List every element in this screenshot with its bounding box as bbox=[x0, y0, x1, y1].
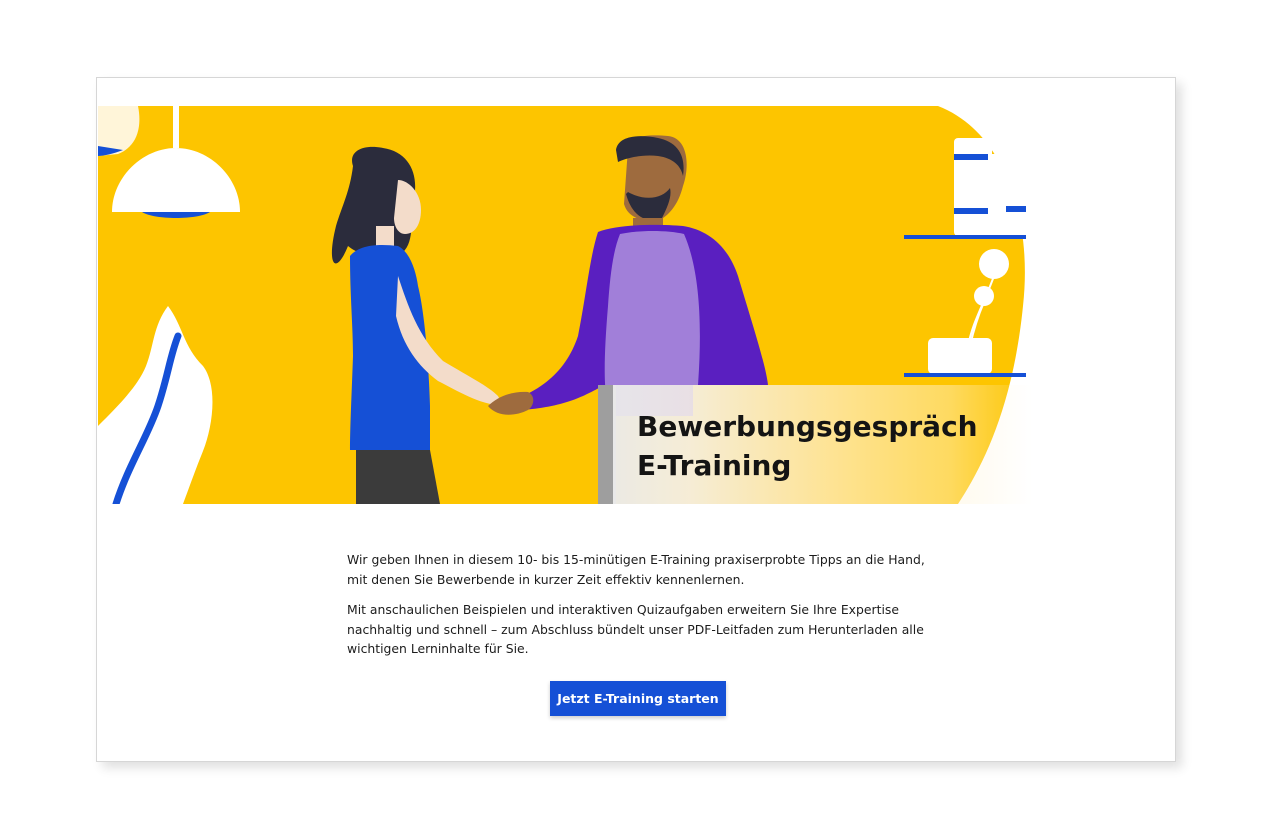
description-line: Mit anschaulichen Beispielen und interak… bbox=[347, 602, 899, 617]
hero-title-line-1: Bewerbungsgespräch bbox=[637, 410, 978, 443]
description-line: mit denen Sie Bewerbende in kurzer Zeit … bbox=[347, 571, 745, 587]
description-paragraph-2: Mit anschaulichen Beispielen und interak… bbox=[347, 600, 937, 659]
hero-banner: Bewerbungsgespräch E-Training bbox=[98, 106, 1176, 504]
description-paragraph-1: Wir geben Ihnen in diesem 10- bis 15-min… bbox=[347, 550, 937, 589]
start-training-button[interactable]: Jetzt E-Training starten bbox=[550, 681, 726, 716]
description-line: wichtigen Lerninhalte für Sie. bbox=[347, 641, 529, 656]
description: Wir geben Ihnen in diesem 10- bis 15-min… bbox=[347, 550, 937, 670]
hero-title-line-2: E-Training bbox=[637, 449, 792, 482]
description-line: nachhaltig und schnell – zum Abschluss b… bbox=[347, 621, 924, 637]
training-card: Bewerbungsgespräch E-Training Wir geben … bbox=[96, 77, 1176, 762]
description-line: Wir geben Ihnen in diesem 10- bis 15-min… bbox=[347, 552, 925, 567]
hero-title-box: Bewerbungsgespräch E-Training bbox=[613, 385, 1033, 504]
